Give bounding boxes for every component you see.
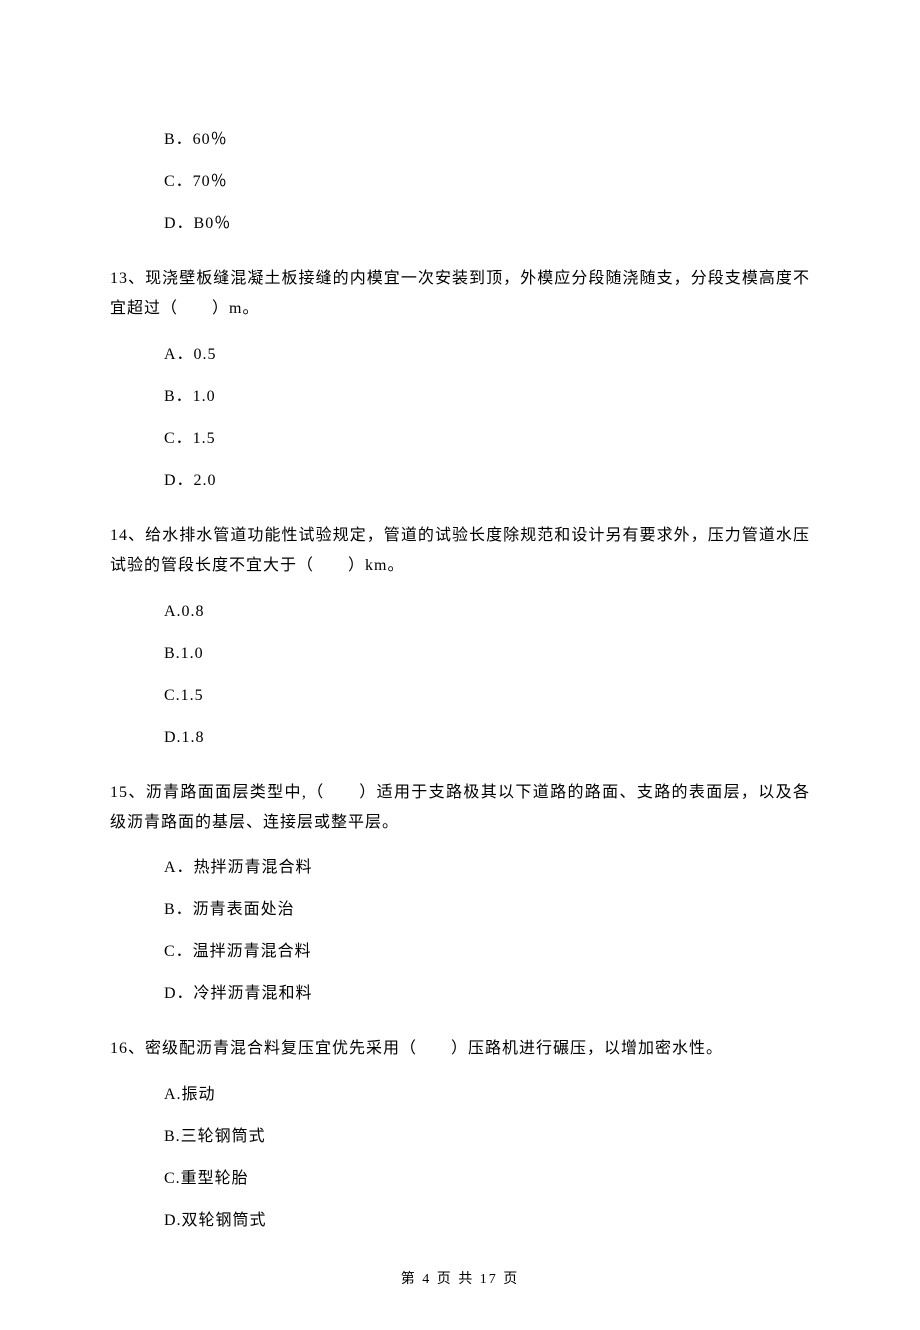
page-content: B．60％ C．70％ D．B0％ 13、现浇壁板缝混凝土板接缝的内模宜一次安装… [0,0,920,1290]
q16-option-c: C.重型轮胎 [164,1167,810,1191]
q16-stem: 16、密级配沥青混合料复压宜优先采用（ ）压路机进行碾压，以增加密水性。 [110,1034,810,1064]
q15-option-a: A．热拌沥青混合料 [164,856,810,880]
q14-option-c: C.1.5 [164,684,810,708]
q16-option-b: B.三轮钢筒式 [164,1125,810,1149]
q15-option-b: B．沥青表面处治 [164,898,810,922]
q14-option-d: D.1.8 [164,726,810,750]
q13-option-d: D．2.0 [164,469,810,493]
q12-option-b: B．60％ [164,128,810,152]
q14-option-b: B.1.0 [164,642,810,666]
q13-option-a: A．0.5 [164,343,810,367]
q12-option-d: D．B0％ [164,212,810,236]
q13-option-b: B．1.0 [164,385,810,409]
q13-stem: 13、现浇壁板缝混凝土板接缝的内模宜一次安装到顶，外模应分段随浇随支，分段支模高… [110,264,810,325]
q14-option-a: A.0.8 [164,600,810,624]
q12-option-c: C．70％ [164,170,810,194]
q15-stem: 15、沥青路面面层类型中,（ ）适用于支路极其以下道路的路面、支路的表面层，以及… [110,778,810,839]
q14-stem: 14、给水排水管道功能性试验规定，管道的试验长度除规范和设计另有要求外，压力管道… [110,521,810,582]
page-footer: 第 4 页 共 17 页 [110,1269,810,1290]
q13-option-c: C．1.5 [164,427,810,451]
q15-option-d: D．冷拌沥青混和料 [164,982,810,1006]
q16-option-a: A.振动 [164,1083,810,1107]
q16-option-d: D.双轮钢筒式 [164,1209,810,1233]
q15-option-c: C．温拌沥青混合料 [164,940,810,964]
